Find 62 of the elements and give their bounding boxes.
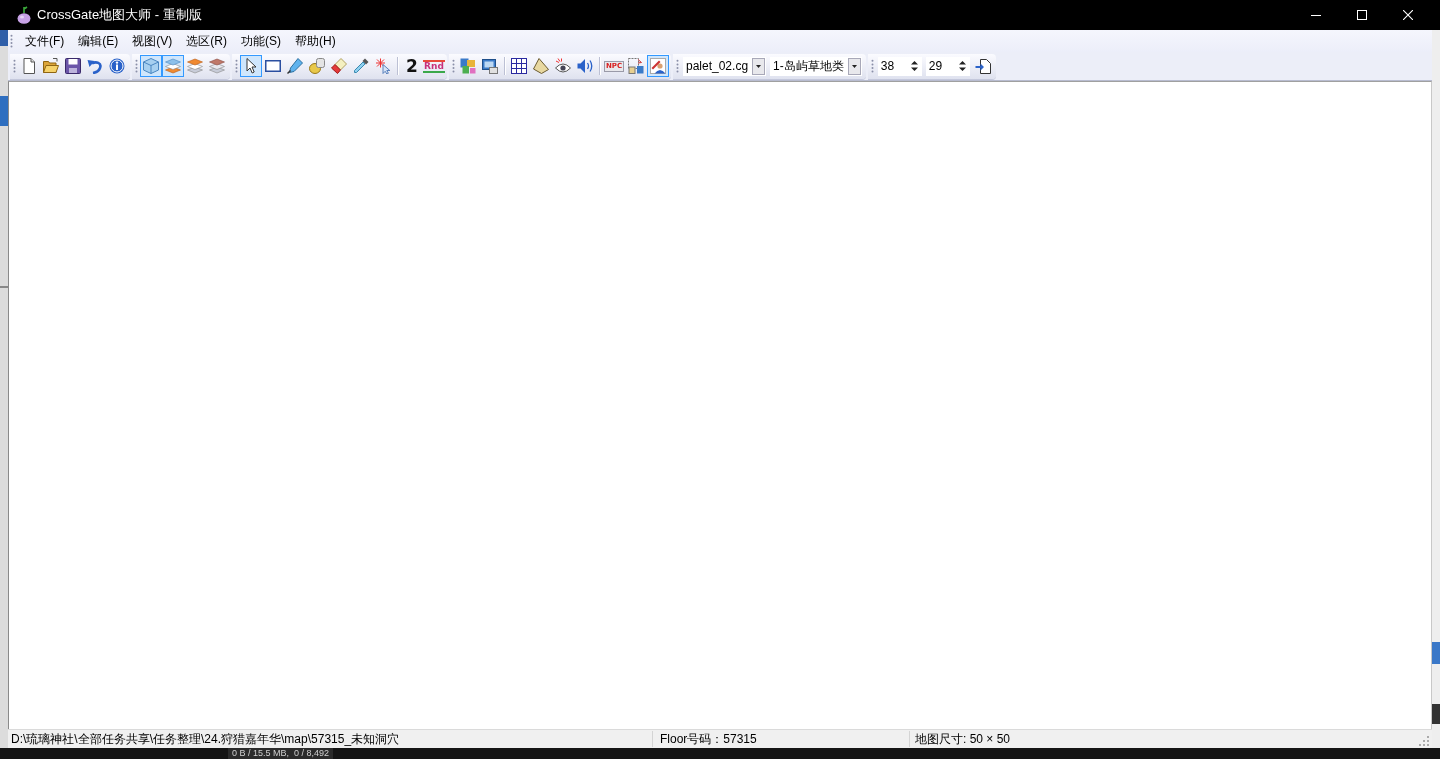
new-file-icon (21, 58, 37, 74)
grip-icon[interactable] (676, 58, 679, 74)
toolbar-button[interactable] (508, 55, 530, 77)
eraser-icon (331, 58, 347, 74)
info-icon (109, 58, 125, 74)
paint-icon (309, 58, 325, 74)
menu-item[interactable]: 视图(V) (125, 31, 180, 51)
maximize-icon (1357, 10, 1367, 20)
grip-icon[interactable] (10, 33, 13, 49)
dropdown[interactable]: 1-岛屿草地类 (770, 56, 862, 76)
caret-icon (752, 57, 766, 75)
export-icon (974, 58, 991, 74)
undo-icon (87, 58, 103, 74)
caret-icon (847, 57, 861, 75)
toolbar-button[interactable] (647, 55, 669, 77)
person-icon (650, 58, 666, 74)
cone-icon (533, 58, 549, 74)
grip-icon[interactable] (135, 58, 138, 74)
dropdown[interactable]: palet_02.cg (683, 56, 767, 76)
toolbar-button[interactable]: Rnd (423, 55, 445, 77)
menu-item[interactable]: 功能(S) (234, 31, 288, 51)
floor-number-text: Floor号码：57315 (652, 731, 909, 747)
toolbar-button[interactable] (240, 55, 262, 77)
number-field[interactable]: 29 (925, 56, 970, 76)
spin-arrows-icon (910, 60, 918, 72)
map-size-text: 地图尺寸: 50 × 50 (909, 731, 1418, 747)
grip-icon[interactable] (870, 58, 874, 74)
move-icon (628, 58, 644, 74)
menu-item[interactable]: 选区(R) (179, 31, 234, 51)
toolbar-button[interactable] (328, 55, 350, 77)
eye-icon (555, 58, 571, 74)
file-path-text: D:\琉璃神社\全部任务共享\任务整理\24.狩猎嘉年华\map\57315_未知洞穴 (10, 731, 401, 747)
size-grip-icon[interactable] (1418, 735, 1429, 746)
cube-icon (143, 58, 159, 74)
eyedropper-icon (353, 58, 369, 74)
layers-icon (187, 58, 203, 74)
menu-item[interactable]: 文件(F) (18, 31, 72, 51)
rectangle-icon (265, 58, 281, 74)
grip-icon[interactable] (452, 58, 455, 74)
layers-icon (209, 58, 225, 74)
window-title: CrossGate地图大师 - 重制版 (37, 6, 202, 24)
close-icon (1403, 10, 1413, 20)
tiles-icon (460, 58, 476, 74)
sparkle-cursor-icon (375, 58, 391, 74)
menu-item[interactable]: 编辑(E) (71, 31, 126, 51)
grip-icon[interactable] (235, 58, 238, 74)
grid-icon (511, 58, 527, 74)
cursor-icon (243, 58, 259, 74)
number-field[interactable]: 38 (877, 56, 922, 76)
speaker-icon (577, 58, 593, 74)
spin-arrows-icon (958, 60, 966, 72)
background-status-text: 0 B / 15.5 MB, 0 / 8,492 (228, 748, 334, 759)
layers-icon (165, 58, 181, 74)
toolbar-button[interactable] (62, 55, 84, 77)
folder-icon (43, 58, 59, 74)
menu-item[interactable]: 帮助(H) (288, 31, 343, 51)
app-icon (17, 6, 31, 24)
grip-icon[interactable] (13, 58, 16, 74)
toolbar-button[interactable]: 2 (401, 55, 423, 77)
minimize-icon (1311, 14, 1321, 16)
marker-icon (287, 58, 303, 74)
monitor-icon (482, 58, 498, 74)
